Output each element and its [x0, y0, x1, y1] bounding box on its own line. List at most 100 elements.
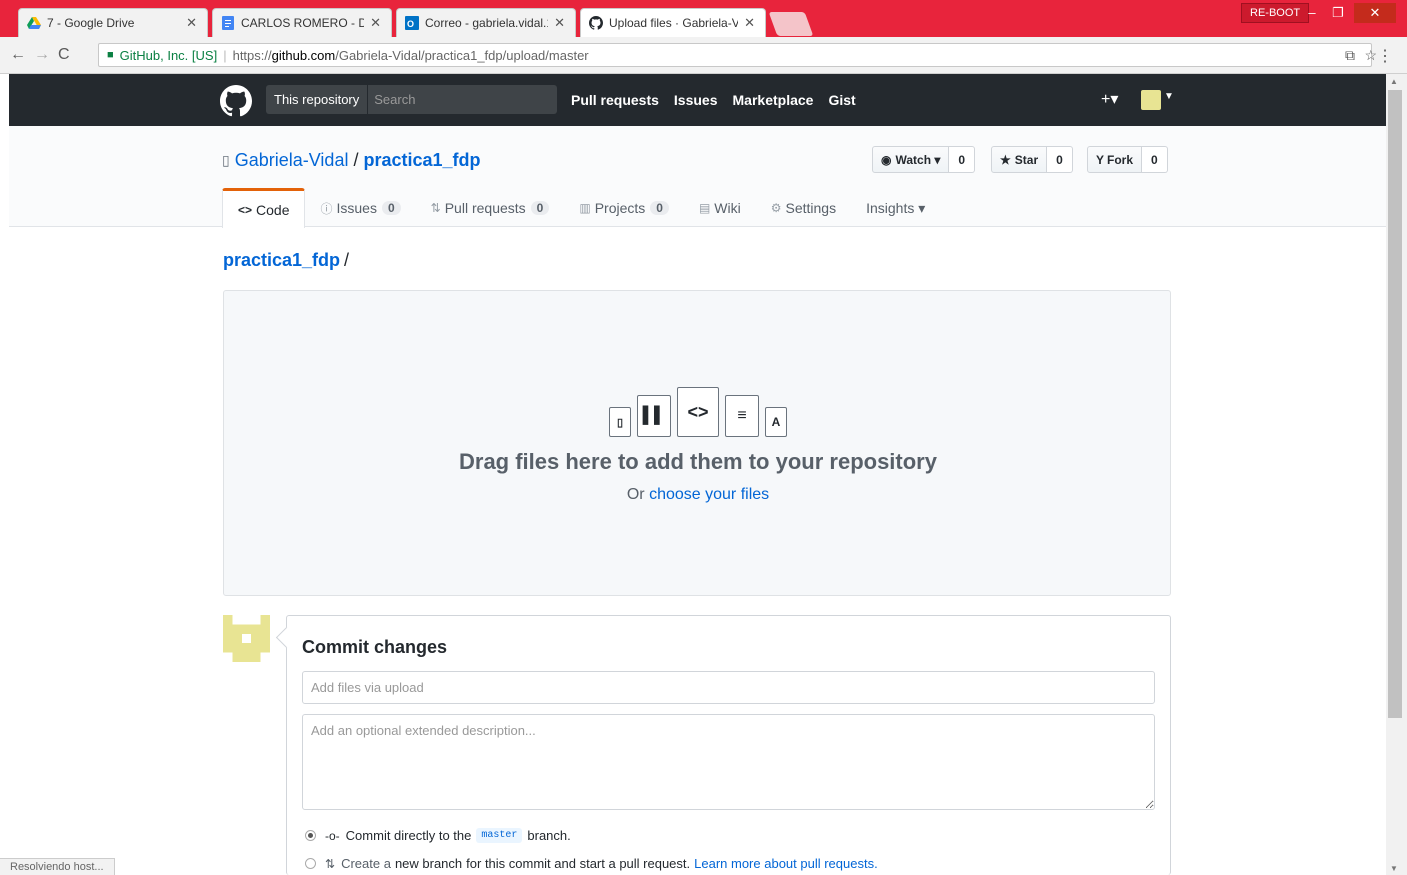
search-input[interactable]: [368, 92, 549, 107]
tab-pull-requests[interactable]: ⇅ Pull requests 0: [416, 188, 565, 228]
github-header: This repository Pull requests Issues Mar…: [9, 74, 1386, 126]
commit-new-branch-option[interactable]: ⇅ Create a new branch for this commit an…: [305, 856, 878, 871]
repo-title: ▯ Gabriela-Vidal / practica1_fdp: [222, 150, 481, 171]
file-type-icons: ▯ ▌▌ <> ≡ A: [224, 387, 1172, 437]
fork-label: Fork: [1107, 152, 1134, 167]
fork-count[interactable]: 0: [1142, 146, 1168, 173]
url-host: github.com: [271, 47, 336, 63]
option-text: Commit directly to the: [345, 828, 472, 843]
star-button[interactable]: ★ Star: [991, 146, 1048, 173]
close-icon[interactable]: ✕: [186, 15, 197, 31]
scroll-up-icon[interactable]: ▲: [1390, 77, 1398, 86]
restore-icon[interactable]: ❐: [1326, 3, 1350, 23]
watch-count[interactable]: 0: [949, 146, 976, 173]
github-logo-icon[interactable]: [220, 85, 252, 117]
commit-form: Commit changes -o- Commit directly to th…: [286, 615, 1171, 875]
status-bar: Resolviendo host...: [0, 858, 115, 875]
browser-tab-title: 7 - Google Drive: [47, 16, 135, 30]
pull-request-icon: ⇅: [430, 201, 441, 215]
drop-zone-subtitle: Or choose your files: [224, 486, 1172, 504]
nav-pull-requests[interactable]: Pull requests: [571, 92, 659, 108]
scrollbar-thumb[interactable]: [1388, 90, 1402, 718]
tab-wiki[interactable]: ▤ Wiki: [684, 188, 756, 228]
commit-title: Commit changes: [302, 637, 448, 657]
browser-tab-google-drive[interactable]: 7 - Google Drive ✕: [18, 8, 208, 37]
project-icon: ▥: [579, 201, 591, 215]
watch-button[interactable]: ◉ Watch ▾: [872, 146, 950, 173]
window-close-icon[interactable]: ✕: [1354, 3, 1396, 23]
search-box: This repository: [266, 85, 557, 114]
browser-tab-docs[interactable]: CARLOS ROMERO - Doc ✕: [212, 8, 392, 37]
tab-count: 0: [381, 201, 401, 215]
choose-files-link[interactable]: choose your files: [649, 486, 769, 503]
commit-description-input[interactable]: [302, 714, 1155, 810]
file-drop-zone[interactable]: ▯ ▌▌ <> ≡ A Drag files here to add them …: [223, 290, 1171, 596]
issue-icon: ⓘ: [320, 201, 333, 216]
header-nav: Pull requests Issues Marketplace Gist: [571, 92, 856, 108]
commit-new-branch-radio[interactable]: [305, 858, 316, 869]
profile-badge[interactable]: RE-BOOT: [1241, 3, 1310, 23]
browser-menu-icon[interactable]: ⋮: [1377, 46, 1393, 66]
star-count[interactable]: 0: [1047, 146, 1073, 173]
tab-settings[interactable]: ⚙ Settings: [756, 188, 851, 228]
tab-label: Projects: [594, 200, 646, 216]
create-new-button[interactable]: +▾: [1101, 89, 1118, 109]
minimize-icon[interactable]: –: [1300, 3, 1324, 23]
bookmark-star-icon[interactable]: ☆: [1364, 47, 1377, 64]
repo-title-separator: /: [353, 150, 359, 170]
github-icon: [589, 16, 603, 30]
close-icon[interactable]: ✕: [370, 15, 381, 31]
url-bar[interactable]: ■ GitHub, Inc. [US] | https://github.com…: [98, 43, 1372, 67]
forward-arrow-icon[interactable]: →: [34, 46, 50, 64]
close-icon[interactable]: ✕: [554, 15, 565, 31]
repo-icon: ▯: [222, 152, 230, 168]
search-scope-label: This repository: [266, 85, 369, 114]
browser-tab-title: Correo - gabriela.vidal.1C: [425, 16, 549, 30]
nav-issues[interactable]: Issues: [674, 92, 718, 108]
option-text: Create a: [341, 856, 391, 871]
pdf-file-icon: A: [765, 407, 787, 437]
pull-request-icon: ⇅: [325, 856, 336, 871]
star-icon: ★: [1000, 152, 1011, 167]
tab-count: 0: [530, 201, 550, 215]
tab-issues[interactable]: ⓘ Issues 0: [305, 188, 415, 228]
tab-label: Issues: [336, 200, 377, 216]
chevron-down-icon[interactable]: ▼: [1164, 91, 1174, 102]
close-icon[interactable]: ✕: [744, 15, 755, 31]
code-icon: <>: [238, 202, 253, 217]
commit-direct-option[interactable]: -o- Commit directly to the master branch…: [305, 828, 571, 843]
breadcrumb-separator: /: [344, 250, 350, 270]
outlook-icon: O: [405, 16, 419, 30]
fork-button-group: Y Fork 0: [1087, 146, 1168, 173]
repo-name-link[interactable]: practica1_fdp: [363, 150, 480, 171]
tab-code[interactable]: <> Code: [222, 188, 306, 228]
git-commit-icon: -o-: [325, 828, 340, 843]
repo-nav: <> Code ⓘ Issues 0 ⇅ Pull requests 0 ▥ Project…: [222, 188, 940, 228]
nav-marketplace[interactable]: Marketplace: [733, 92, 814, 108]
option-text: new branch: [394, 856, 463, 871]
option-text: branch.: [527, 828, 571, 843]
nav-gist[interactable]: Gist: [828, 92, 855, 108]
repo-owner-link[interactable]: Gabriela-Vidal: [235, 150, 349, 171]
tab-projects[interactable]: ▥ Projects 0: [564, 188, 684, 228]
reload-icon[interactable]: C: [58, 46, 70, 64]
browser-tab-title: CARLOS ROMERO - Doc: [241, 16, 364, 30]
scroll-down-icon[interactable]: ▼: [1390, 864, 1398, 873]
browser-tab-outlook[interactable]: O Correo - gabriela.vidal.1C ✕: [396, 8, 576, 37]
tab-insights[interactable]: Insights ▾: [851, 188, 940, 228]
tab-label: Code: [256, 201, 290, 218]
watch-button-group: ◉ Watch ▾ 0: [872, 146, 976, 173]
browser-tab-github[interactable]: Upload files · Gabriela-Vi ✕: [580, 8, 766, 37]
gear-icon: ⚙: [770, 201, 782, 215]
url-path: /Gabriela-Vidal/practica1_fdp/upload/mas…: [335, 47, 589, 63]
learn-more-link[interactable]: Learn more about pull requests.: [694, 856, 878, 871]
commit-direct-radio[interactable]: [305, 830, 316, 841]
browser-tab-bar: 7 - Google Drive ✕ CARLOS ROMERO - Doc ✕…: [0, 0, 1407, 37]
avatar[interactable]: [1141, 90, 1161, 110]
back-arrow-icon[interactable]: ←: [10, 46, 26, 64]
breadcrumb-repo-link[interactable]: practica1_fdp: [223, 250, 340, 270]
new-tab-button[interactable]: [768, 12, 814, 36]
fork-button[interactable]: Y Fork: [1087, 146, 1143, 173]
translate-icon[interactable]: ⧉: [1345, 47, 1355, 64]
commit-summary-input[interactable]: [302, 671, 1155, 704]
